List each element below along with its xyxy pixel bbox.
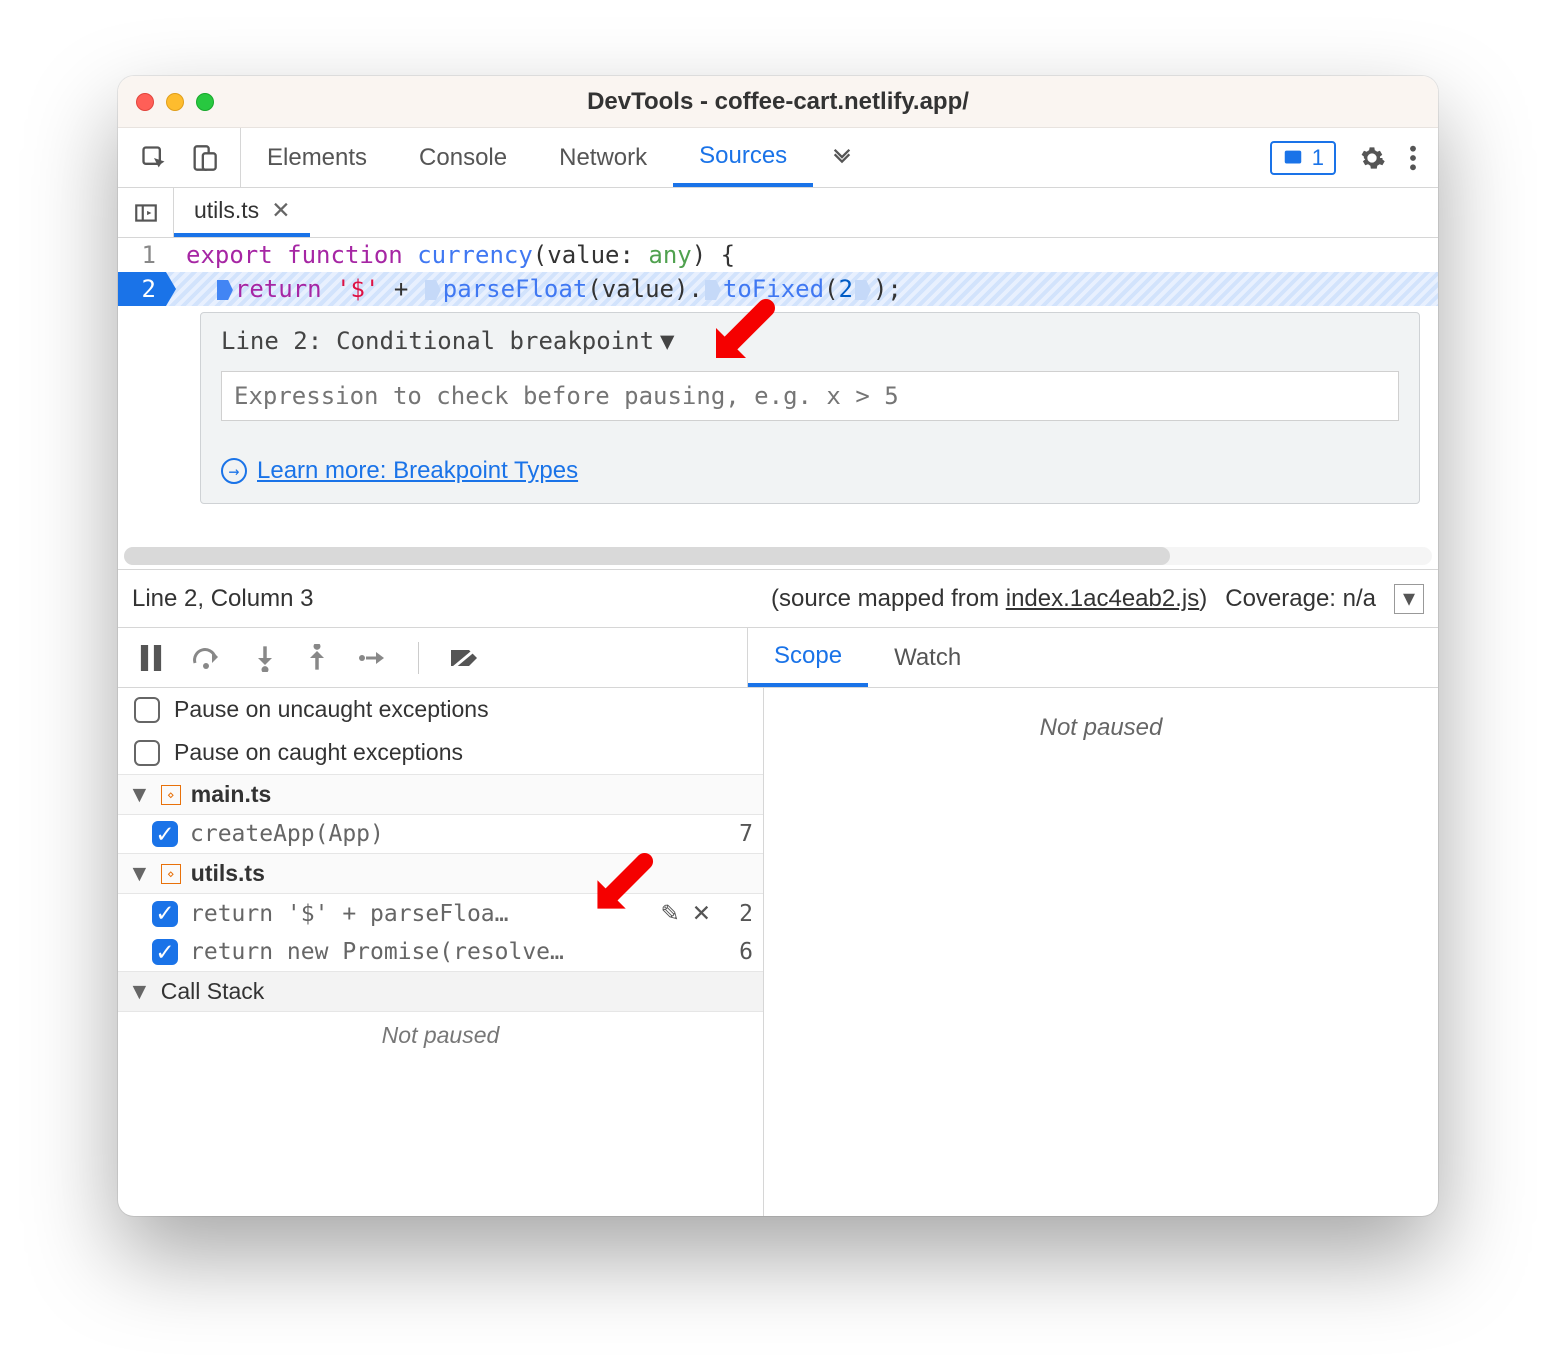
inline-breakpoint-icon[interactable] — [705, 280, 721, 300]
inline-breakpoint-icon[interactable] — [855, 280, 871, 300]
tab-elements[interactable]: Elements — [241, 128, 393, 187]
code-editor[interactable]: 1 export function currency(value: any) {… — [118, 238, 1438, 570]
ts-file-icon: ⋄ — [161, 864, 181, 884]
watch-tab[interactable]: Watch — [868, 628, 987, 687]
pause-uncaught-checkbox[interactable] — [134, 697, 160, 723]
disclosure-triangle-icon: ▼ — [128, 860, 151, 887]
file-tab-label: utils.ts — [194, 197, 259, 224]
breakpoint-row[interactable]: ✓ return '$' + parseFloa… ✎ ✕ 2 — [118, 894, 763, 933]
code-line-1: export function currency(value: any) { — [166, 238, 735, 272]
scope-pane: Not paused — [764, 688, 1438, 1216]
ts-file-icon: ⋄ — [161, 785, 181, 805]
traffic-zoom-icon[interactable] — [196, 93, 214, 111]
close-tab-icon[interactable]: ✕ — [271, 197, 290, 224]
bp-file-header-utils-ts[interactable]: ▼ ⋄ utils.ts — [118, 853, 763, 894]
edit-breakpoint-icon[interactable]: ✎ — [660, 900, 679, 927]
file-tab-utils-ts[interactable]: utils.ts ✕ — [174, 188, 310, 237]
disclosure-triangle-icon: ▼ — [128, 781, 151, 808]
more-menu-icon[interactable] — [1408, 144, 1418, 172]
deactivate-breakpoints-icon[interactable] — [449, 645, 481, 671]
debugger-toolbar: Scope Watch — [118, 628, 1438, 688]
gutter-line-2-breakpoint[interactable]: 2 — [118, 272, 166, 306]
call-stack-header[interactable]: ▼ Call Stack — [118, 971, 763, 1012]
issues-count: 1 — [1312, 145, 1324, 171]
disclosure-triangle-icon: ▼ — [128, 978, 151, 1005]
scope-not-paused: Not paused — [1040, 714, 1163, 742]
tab-console[interactable]: Console — [393, 128, 533, 187]
cond-line-label: Line 2: — [221, 327, 322, 355]
code-line-2: return '$' + parseFloat(value).toFixed(2… — [166, 272, 902, 306]
settings-gear-icon[interactable] — [1358, 144, 1386, 172]
titlebar: DevTools - coffee-cart.netlify.app/ — [118, 76, 1438, 128]
pause-resume-icon[interactable] — [140, 645, 162, 671]
conditional-breakpoint-popup: Line 2: Conditional breakpoint ▼ → Learn… — [200, 312, 1420, 504]
step-icon[interactable] — [358, 647, 388, 669]
inspect-element-icon[interactable] — [140, 144, 168, 172]
bp-file-header-main-ts[interactable]: ▼ ⋄ main.ts — [118, 774, 763, 815]
coverage-info: Coverage: n/a — [1225, 585, 1376, 613]
breakpoint-type-dropdown[interactable]: Conditional breakpoint ▼ — [336, 327, 674, 355]
condition-expression-input[interactable] — [221, 371, 1399, 421]
pause-caught-checkbox[interactable] — [134, 740, 160, 766]
remove-breakpoint-icon[interactable]: ✕ — [692, 900, 711, 927]
call-stack-state: Not paused — [118, 1012, 763, 1059]
tabs-overflow-icon[interactable] — [813, 147, 871, 169]
breakpoints-pane[interactable]: Pause on uncaught exceptions Pause on ca… — [118, 688, 764, 1216]
device-toolbar-icon[interactable] — [190, 144, 218, 172]
breakpoint-checkbox[interactable]: ✓ — [152, 939, 178, 965]
learn-more-link[interactable]: Learn more: Breakpoint Types — [257, 457, 578, 485]
learn-more-arrow-icon: → — [221, 458, 247, 484]
file-tabbar: utils.ts ✕ — [118, 188, 1438, 238]
window-title: DevTools - coffee-cart.netlify.app/ — [118, 88, 1438, 116]
gutter-line-1[interactable]: 1 — [118, 238, 166, 272]
step-into-icon[interactable] — [254, 644, 276, 672]
source-map-link[interactable]: index.1ac4eab2.js — [1006, 585, 1199, 612]
tab-sources[interactable]: Sources — [673, 128, 813, 187]
step-out-icon[interactable] — [306, 644, 328, 672]
main-tabbar: Elements Console Network Sources 1 — [118, 128, 1438, 188]
inline-breakpoint-icon[interactable] — [217, 280, 233, 300]
editor-horizontal-scrollbar[interactable] — [124, 547, 1432, 565]
navigator-toggle-icon[interactable] — [118, 188, 174, 237]
breakpoint-row[interactable]: ✓ return new Promise(resolve… 6 — [118, 933, 763, 971]
dropdown-chevron-icon: ▼ — [660, 327, 674, 355]
pause-caught-label: Pause on caught exceptions — [174, 739, 463, 766]
breakpoint-row[interactable]: ✓ createApp(App) 7 — [118, 815, 763, 853]
inline-breakpoint-icon[interactable] — [425, 280, 441, 300]
scope-tab[interactable]: Scope — [748, 628, 868, 687]
traffic-minimize-icon[interactable] — [166, 93, 184, 111]
tab-network[interactable]: Network — [533, 128, 673, 187]
bottom-split: Pause on uncaught exceptions Pause on ca… — [118, 688, 1438, 1216]
issues-badge[interactable]: 1 — [1270, 141, 1336, 175]
devtools-window: DevTools - coffee-cart.netlify.app/ Elem… — [118, 76, 1438, 1216]
traffic-close-icon[interactable] — [136, 93, 154, 111]
breakpoint-checkbox[interactable]: ✓ — [152, 821, 178, 847]
cursor-position: Line 2, Column 3 — [132, 585, 313, 613]
pause-uncaught-label: Pause on uncaught exceptions — [174, 696, 489, 723]
step-over-icon[interactable] — [192, 645, 224, 671]
collapse-panel-icon[interactable]: ▾ — [1394, 584, 1424, 614]
breakpoint-checkbox[interactable]: ✓ — [152, 901, 178, 927]
source-map-info: (source mapped from index.1ac4eab2.js) — [771, 585, 1207, 613]
status-bar: Line 2, Column 3 (source mapped from ind… — [118, 570, 1438, 628]
